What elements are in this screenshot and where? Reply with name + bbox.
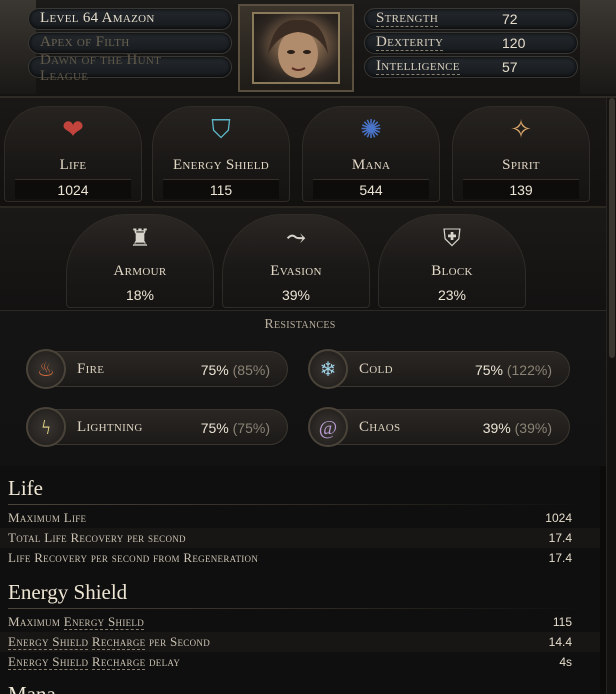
block-shield-icon: ⛨ [443,226,461,252]
armour-card[interactable]: ♜ Armour 18% [66,214,214,308]
mana-label: Mana [351,157,391,173]
stat-row[interactable]: Energy Shield Recharge per Second 14.4 [0,632,600,652]
character-name: Apex of Filth [40,34,130,50]
heart-icon: ❤ [62,115,84,144]
stat-label: Life Recovery per second from Regenerati… [8,550,259,565]
spirit-label: Spirit [502,157,540,173]
stat-row[interactable]: Maximum Life 1024 [0,508,600,528]
attribute-strength-label[interactable]: Strength [376,11,439,27]
attribute-dexterity-value: 120 [502,35,526,51]
attribute-intelligence-value: 57 [502,59,518,75]
energy-shield-section-title: Energy Shield [8,580,128,604]
character-league: Dawn of the Hunt League [40,52,162,84]
life-value: 1024 [15,179,131,199]
cold-resistance-max: (122%) [506,362,552,378]
scrollbar-thumb[interactable] [609,98,615,358]
fire-resistance-label: Fire [77,361,105,377]
life-section-title: Life [8,476,43,500]
stat-value: 17.4 [548,531,572,545]
mana-icon: ✺ [360,115,382,144]
fire-resistance-value: 75% (85%) [180,362,270,378]
energy-shield-icon: ⛉ [211,115,231,144]
keyword-link[interactable]: Recharge [91,634,146,650]
stat-value: 115 [552,615,572,629]
stat-label: Energy Shield Recharge per Second [8,634,210,650]
chaos-resistance-label: Chaos [359,419,401,435]
mana-value: 544 [313,179,429,199]
keyword-link[interactable]: Energy Shield [63,614,145,630]
stat-label: Maximum Energy Shield [8,614,145,630]
attribute-intelligence-label[interactable]: Intelligence [376,59,460,75]
stat-label-text: per Second [145,634,210,649]
armour-icon: ♜ [129,226,151,252]
stat-row[interactable]: Maximum Energy Shield 115 [0,612,600,632]
mana-section-title: Mana [8,682,56,694]
armour-value: 18% [125,287,155,303]
lightning-resistance-label: Lightning [77,419,143,435]
stats-list[interactable]: Life Maximum Life 1024 Total Life Recove… [0,466,600,694]
stat-value: 4s [559,655,572,669]
energy-shield-card[interactable]: ⛉ Energy Shield 115 [152,106,290,202]
keyword-link[interactable]: Energy Shield [8,634,89,650]
energy-shield-label: Energy Shield [172,157,270,173]
section-divider [8,504,588,505]
defences-panel: ♜ Armour 18% ⤳ Evasion 39% ⛨ Block 23% [0,208,616,310]
keyword-link[interactable]: Recharge [91,654,146,670]
chaos-resistance-value: 39% (39%) [462,420,552,436]
stat-label: Total Life Recovery per second [8,530,186,545]
section-divider [8,608,588,609]
primary-stats-panel: ❤ Life 1024 ⛉ Energy Shield 115 ✺ Mana 5… [0,98,616,208]
lightning-resistance-current: 75% [200,420,229,436]
armour-label: Armour [113,263,167,279]
cold-resistance-label: Cold [359,361,393,377]
lightning-resistance-max: (75%) [232,420,270,436]
right-statue-decoration [580,0,616,94]
attribute-strength-value: 72 [502,11,518,27]
lightning-resistance-value: 75% (75%) [180,420,270,436]
portrait-frame [238,4,354,92]
stat-value: 1024 [545,511,572,525]
block-card[interactable]: ⛨ Block 23% [378,214,526,308]
life-label: Life [59,157,87,173]
resistances-panel: Resistances ♨ Fire 75% (85%) ❄ Cold 75% … [0,310,616,466]
spirit-value: 139 [463,179,579,199]
stat-value: 17.4 [548,551,572,565]
stat-value: 14.4 [548,635,572,649]
stat-label-text: Maximum [8,614,64,629]
lightning-icon: ϟ [26,407,66,447]
cold-resistance-value: 75% (122%) [462,362,552,378]
character-portrait [252,12,340,84]
evasion-card[interactable]: ⤳ Evasion 39% [222,214,370,308]
keyword-link[interactable]: Energy Shield [8,654,89,670]
evasion-icon: ⤳ [285,226,307,252]
attribute-dexterity-label[interactable]: Dexterity [376,35,444,51]
energy-shield-value: 115 [163,179,279,199]
character-level-class: Level 64 Amazon [40,10,155,26]
fire-resistance-max: (85%) [232,362,270,378]
character-header: Level 64 Amazon Apex of Filth Dawn of th… [0,0,616,98]
chaos-resistance-max: (39%) [514,420,552,436]
block-label: Block [431,263,473,279]
stat-row[interactable]: Total Life Recovery per second 17.4 [0,528,600,548]
resistances-title: Resistances [264,317,336,332]
cold-resistance-current: 75% [474,362,503,378]
spirit-card[interactable]: ✧ Spirit 139 [452,106,590,202]
fire-resistance-current: 75% [200,362,229,378]
stat-label: Energy Shield Recharge delay [8,654,180,670]
life-card[interactable]: ❤ Life 1024 [4,106,142,202]
stat-row[interactable]: Life Recovery per second from Regenerati… [0,548,600,568]
evasion-value: 39% [281,287,311,303]
stat-label: Maximum Life [8,510,87,525]
chaos-resistance-current: 39% [482,420,511,436]
fire-icon: ♨ [26,349,66,389]
evasion-label: Evasion [270,263,322,279]
block-value: 23% [437,287,467,303]
stat-label-text: delay [145,654,181,669]
stat-row[interactable]: Energy Shield Recharge delay 4s [0,652,600,672]
mana-card[interactable]: ✺ Mana 544 [302,106,440,202]
scrollbar[interactable] [606,98,616,694]
chaos-icon: @ [308,407,348,447]
cold-icon: ❄ [308,349,348,389]
spirit-icon: ✧ [510,115,532,144]
